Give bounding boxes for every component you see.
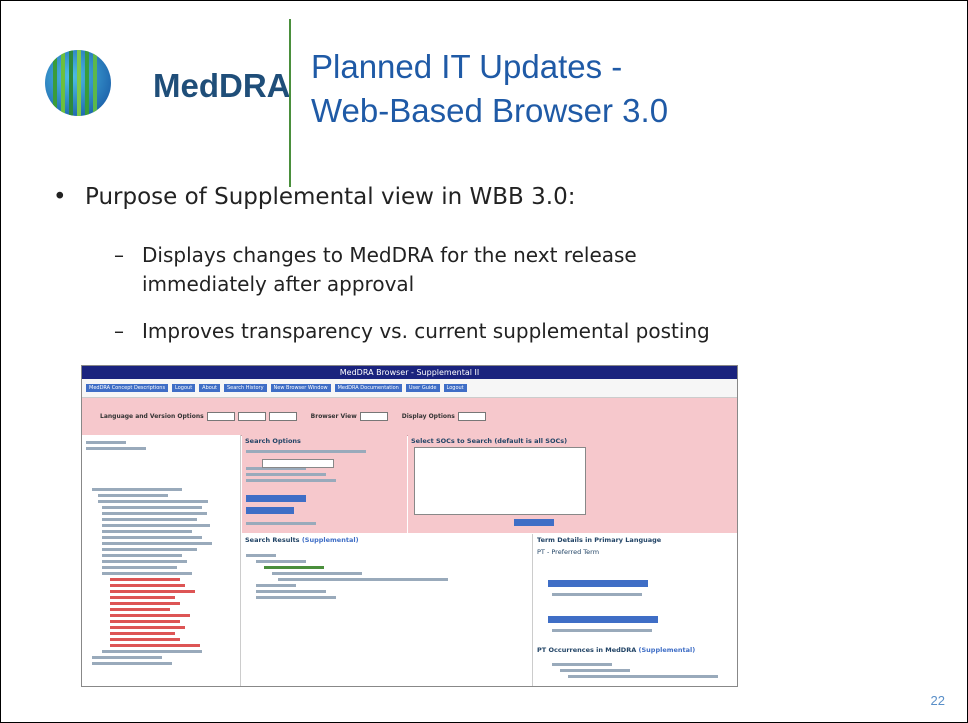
slide-title: Planned IT Updates - Web-Based Browser 3…	[311, 45, 668, 133]
sub-bullet-1: – Displays changes to MedDRA for the next…	[114, 241, 874, 299]
screenshot-details-sub: PT - Preferred Term	[537, 548, 600, 556]
bullet-symbol: •	[53, 184, 67, 210]
screenshot-window-title: MedDRA Browser - Supplemental II	[82, 366, 737, 379]
screenshot-results-title: Search Results	[245, 536, 300, 544]
screenshot-nav-button: MedDRA Documentation	[334, 384, 402, 392]
screenshot-occurrences-title: PT Occurrences in MedDRA	[537, 646, 637, 654]
screenshot-nav-bar: MedDRA Concept Descriptions Logout About…	[82, 379, 737, 398]
screenshot-search-options: Search Options	[242, 435, 407, 533]
slide: MedDRA Planned IT Updates - Web-Based Br…	[0, 0, 968, 723]
meddra-logo: MedDRA	[43, 43, 291, 123]
screenshot-soc-panel: Select SOCs to Search (default is all SO…	[408, 435, 737, 533]
sub-bullet-text: immediately after approval	[142, 272, 415, 296]
title-line-2: Web-Based Browser 3.0	[311, 92, 669, 129]
screenshot-option-label: Display Options	[401, 413, 455, 420]
screenshot-term-details: Term Details in Primary Language PT - Pr…	[534, 534, 737, 686]
browser-screenshot: MedDRA Browser - Supplemental II MedDRA …	[81, 365, 738, 687]
screenshot-nav-button: User Guide	[405, 384, 440, 392]
screenshot-options-bar: Language and Version Options Browser Vie…	[82, 398, 737, 436]
title-divider	[289, 19, 291, 187]
globe-icon	[45, 50, 111, 116]
screenshot-occurrences-suffix: (Supplemental)	[638, 646, 696, 654]
screenshot-nav-button: Search History	[223, 384, 267, 392]
screenshot-nav-button: About	[199, 384, 220, 392]
sub-bullet-text: Improves transparency vs. current supple…	[142, 319, 710, 343]
screenshot-nav-button: MedDRA Concept Descriptions	[86, 384, 169, 392]
sub-bullet-text: Displays changes to MedDRA for the next …	[142, 243, 637, 267]
screenshot-nav-button: Logout	[443, 384, 467, 392]
screenshot-tree-panel	[82, 435, 241, 686]
screenshot-nav-button: New Browser Window	[270, 384, 331, 392]
sub-bullet-2: – Improves transparency vs. current suppl…	[114, 317, 710, 346]
screenshot-results-suffix: (Supplemental)	[301, 536, 359, 544]
screenshot-option-label: Browser View	[310, 413, 357, 420]
screenshot-nav-button: Logout	[172, 384, 196, 392]
screenshot-option-label: Language and Version Options	[100, 413, 204, 420]
bullet-text: Purpose of Supplemental view in WBB 3.0:	[85, 184, 576, 210]
page-number: 22	[930, 693, 945, 708]
dash-symbol: –	[114, 319, 124, 343]
screenshot-details-title: Term Details in Primary Language	[537, 536, 662, 544]
screenshot-search-title: Search Options	[245, 437, 301, 445]
screenshot-search-results: Search Results (Supplemental)	[242, 534, 533, 686]
main-bullet: • Purpose of Supplemental view in WBB 3.0…	[53, 184, 575, 210]
title-line-1: Planned IT Updates -	[311, 48, 623, 85]
logo-text: MedDRA	[153, 67, 291, 104]
screenshot-socs-title: Select SOCs to Search (default is all SO…	[411, 437, 568, 445]
dash-symbol: –	[114, 243, 124, 267]
